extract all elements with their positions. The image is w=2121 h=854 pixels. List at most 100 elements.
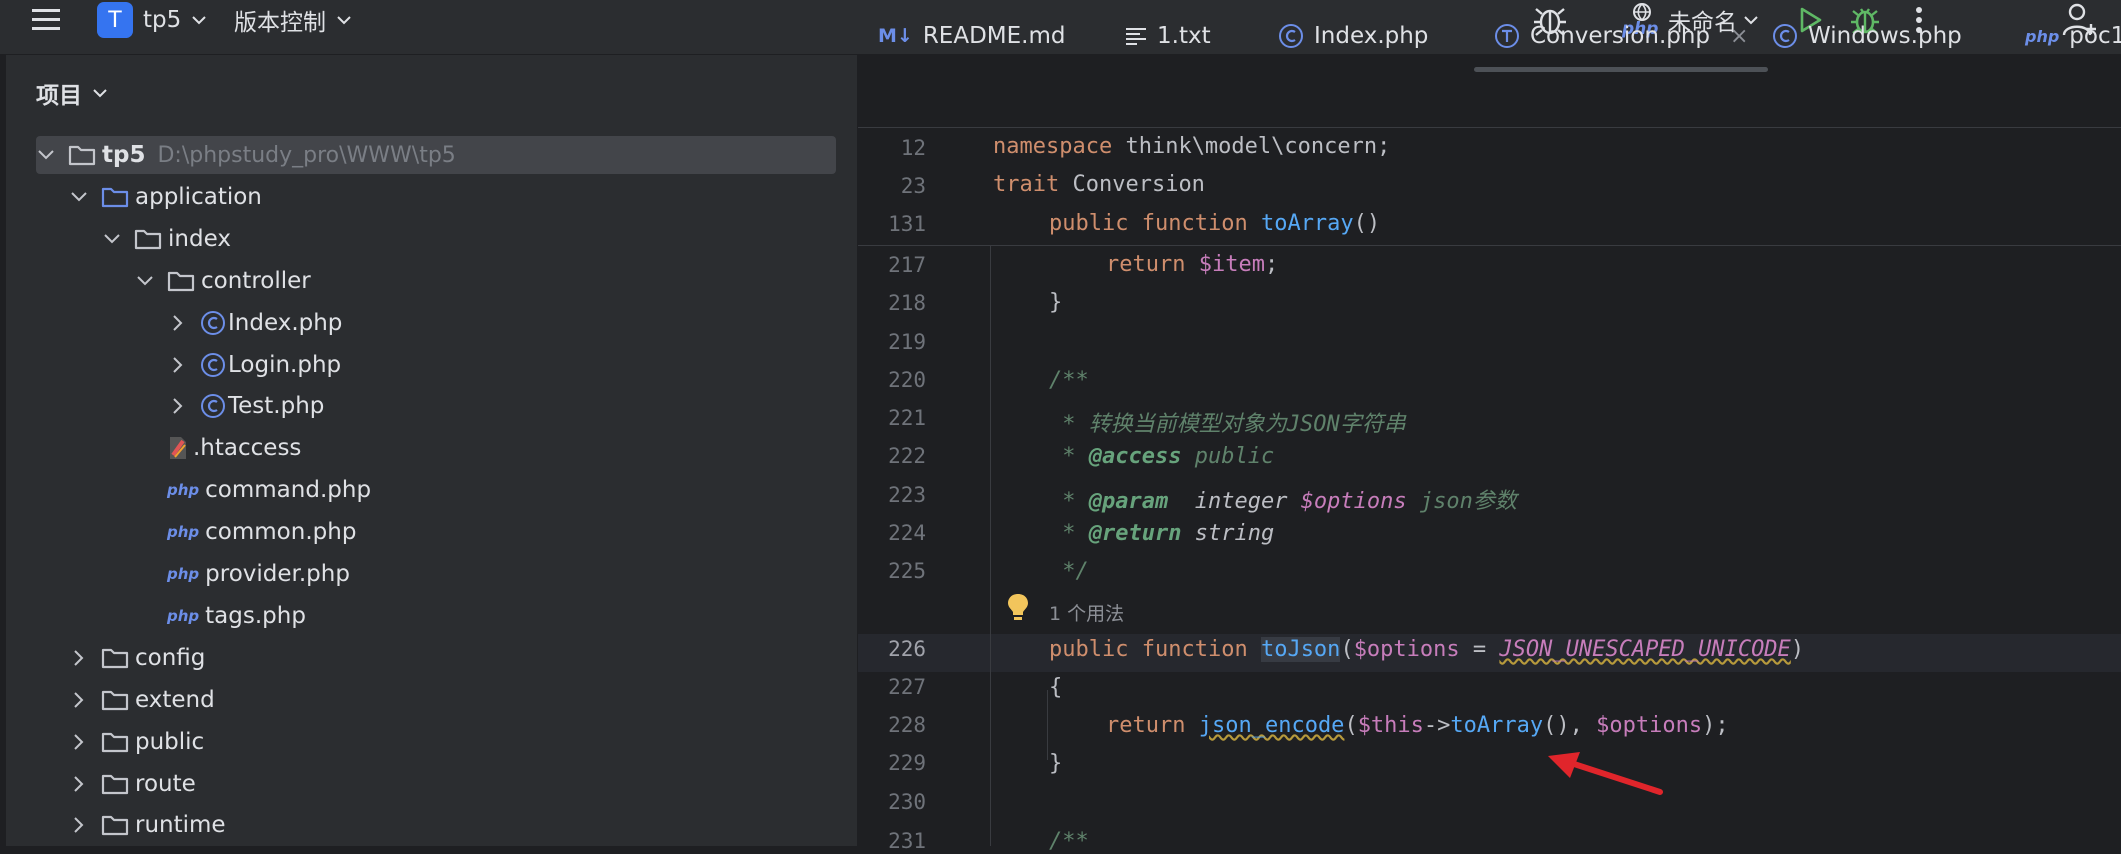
tab-1-txt[interactable]: 1.txt [1125,0,1211,72]
tree-item-extend[interactable]: extend [69,681,215,719]
indent-guide [990,246,991,846]
sticky-line-namespace[interactable]: namespace think\model\concern; [993,134,1390,159]
line-number[interactable]: 223 [870,483,926,507]
line-number[interactable]: 227 [870,675,926,699]
function-name: toJson [1260,637,1341,662]
usages-inlay-hint[interactable]: 1 个用法 [1049,599,1124,626]
chevron-right-icon[interactable] [69,774,89,794]
line-number[interactable]: 23 [870,174,926,198]
line-number[interactable]: 12 [870,136,926,160]
line-number[interactable]: 229 [870,751,926,775]
tree-item-command-php[interactable]: php command.php [135,471,371,509]
chevron-right-icon[interactable] [168,355,188,375]
tree-item-runtime[interactable]: runtime [69,806,226,844]
variable: $item [1198,252,1265,277]
chevron-right-icon[interactable] [168,396,188,416]
tree-item-test-php[interactable]: Test.php [168,387,324,425]
chevron-right-icon[interactable] [69,732,89,752]
line-number[interactable]: 219 [870,330,926,354]
tree-item-controller[interactable]: controller [135,262,311,300]
tree-item-route[interactable]: route [69,765,196,803]
tree-item-label: controller [201,267,311,294]
project-pane-header[interactable]: 项目 [36,76,108,110]
tree-item-label: config [135,644,206,671]
project-pane-title: 项目 [36,83,82,109]
tree-item-application[interactable]: application [69,178,262,216]
tab-label: Windows.php [1808,23,1962,49]
doc-type: string [1181,521,1275,546]
chevron-down-icon[interactable] [135,274,155,288]
namespace-text: think\model\concern; [1112,134,1391,159]
folder-icon [101,732,129,752]
tab-conversion-php[interactable]: Conversion.php × [1473,0,1770,72]
code-line-225[interactable]: */ [1049,559,1089,584]
tree-item-label: public [135,728,205,755]
chevron-right-icon[interactable] [69,815,89,835]
vcs-menu[interactable]: 版本控制 [234,0,352,40]
class-icon [1773,24,1797,48]
tab-poc1[interactable]: php poc1. [2025,0,2121,72]
tree-item-common-php[interactable]: php common.php [135,513,356,551]
tree-item-provider-php[interactable]: php provider.php [135,555,350,593]
code-line-221[interactable]: * 转换当前模型对象为JSON字符串 [1049,406,1405,438]
lightbulb-icon[interactable] [1006,592,1030,626]
sticky-line-trait[interactable]: trait Conversion [993,172,1205,197]
code-line-220[interactable]: /** [1049,368,1089,393]
line-number[interactable]: 226 [870,637,926,661]
tab-readme[interactable]: M↓ README.md [878,0,1065,72]
red-annotation-arrow-icon [1548,752,1663,795]
chevron-right-icon[interactable] [69,690,89,710]
code-line-224[interactable]: * @return string [1049,521,1274,546]
chevron-right-icon[interactable] [69,648,89,668]
keyword: namespace [993,134,1113,159]
code-line-226[interactable]: public function toJson($options = JSON_U… [1049,637,1804,662]
line-number[interactable]: 228 [870,713,926,737]
line-number[interactable]: 218 [870,291,926,315]
tab-index-php[interactable]: Index.php [1278,0,1428,72]
line-number[interactable]: 221 [870,406,926,430]
code-line-218[interactable]: } [1049,290,1062,315]
tree-item-tags-php[interactable]: php tags.php [135,597,306,635]
line-number[interactable]: 230 [870,790,926,814]
line-number[interactable]: 131 [870,212,926,236]
keyword: return [1106,252,1186,277]
chevron-down-icon[interactable] [69,190,89,204]
line-number[interactable]: 224 [870,521,926,545]
code-line-228[interactable]: return json_encode($this->toArray(), $op… [1106,713,1729,738]
chevron-down-icon[interactable] [36,148,56,162]
tab-label: README.md [922,23,1066,49]
code-line-222[interactable]: * @access public [1049,444,1274,469]
tree-item-label: route [135,770,196,797]
folder-icon [134,229,162,249]
hamburger-menu-icon[interactable] [30,0,62,40]
line-number[interactable]: 225 [870,559,926,583]
tree-item-htaccess[interactable]: .htaccess [135,429,301,467]
tree-item-tp5[interactable]: tp5 D:\phpstudy_pro\WWW\tp5 [36,136,836,174]
constant: JSON_UNESCAPED_UNICODE [1499,637,1791,662]
tree-item-index-php[interactable]: Index.php [168,304,342,342]
tree-item-label: .htaccess [193,435,302,462]
code-line-223[interactable]: * @param integer $options json参数 [1049,483,1517,515]
chevron-right-icon[interactable] [168,313,188,333]
project-switcher[interactable]: T tp5 [97,0,207,40]
code-line-229[interactable]: } [1049,751,1062,776]
line-number[interactable]: 222 [870,444,926,468]
code-line-217[interactable]: return $item; [1106,252,1278,277]
brace: } [1049,751,1063,776]
line-number[interactable]: 231 [870,829,926,853]
line-number[interactable]: 217 [870,253,926,277]
chevron-down-icon[interactable] [102,232,122,246]
tree-item-index[interactable]: index [102,220,231,258]
chevron-down-icon [337,16,351,25]
tab-windows-php[interactable]: Windows.php [1772,0,1962,72]
code-line-227[interactable]: { [1049,675,1062,700]
variable: $options [1353,637,1460,662]
sticky-line-toarray[interactable]: public function toArray() [1049,211,1380,236]
close-tab-icon[interactable]: × [1730,24,1748,49]
line-number[interactable]: 220 [870,368,926,392]
tree-item-login-php[interactable]: Login.php [168,346,341,384]
code-line-231[interactable]: /** [1049,829,1089,854]
vcs-label: 版本控制 [234,10,326,36]
tree-item-config[interactable]: config [69,639,205,677]
tree-item-public[interactable]: public [69,723,204,761]
